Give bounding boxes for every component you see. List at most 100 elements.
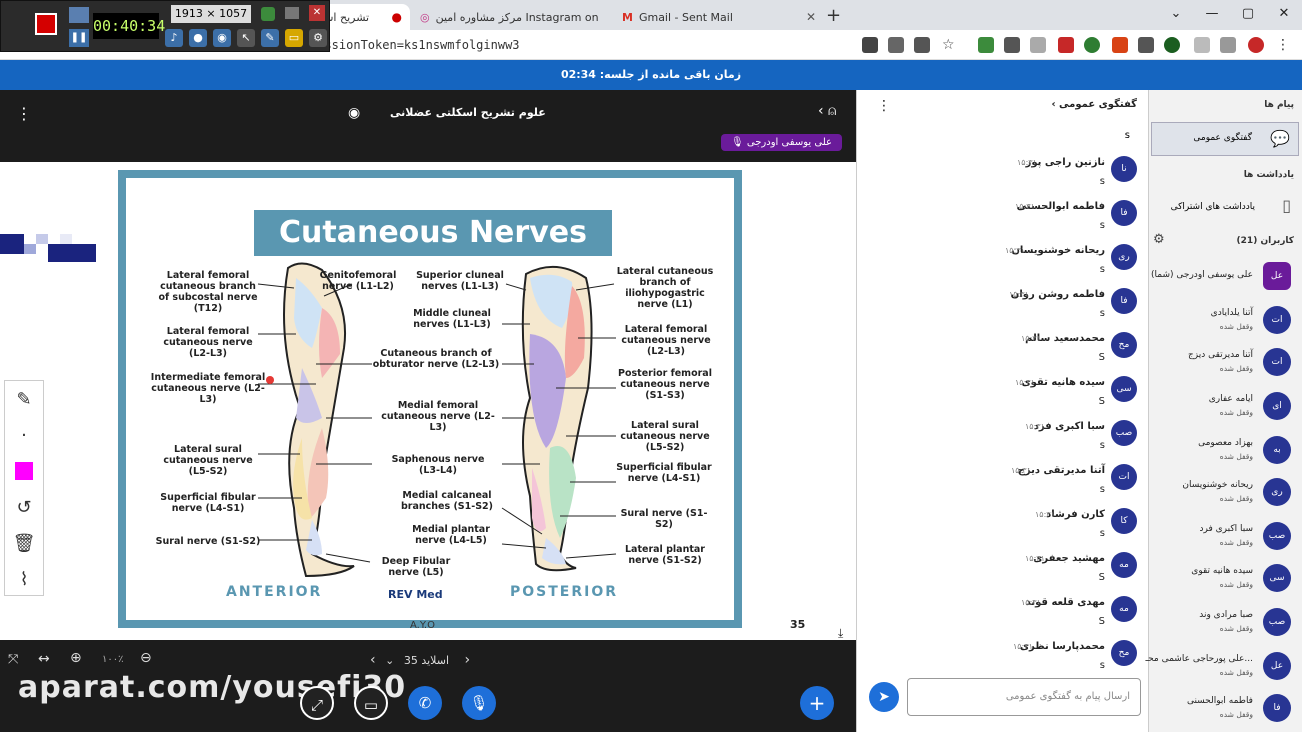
extension-icon[interactable] [1164, 37, 1180, 53]
menu-icon[interactable]: ⋮ [1276, 37, 1292, 53]
puzzle-icon[interactable] [1220, 37, 1236, 53]
extension-icon[interactable] [1112, 37, 1128, 53]
region-icon[interactable] [261, 7, 275, 21]
options-menu-icon[interactable]: ⋮ [16, 104, 32, 123]
stop-record-button[interactable] [35, 13, 57, 35]
chat-header: ⋮ ‹ گفتگوی عمومی [857, 90, 1149, 120]
chevron-down-icon[interactable]: ⌄ [385, 654, 394, 667]
minimize-presentation-icon[interactable]: − [6, 164, 18, 180]
user-item[interactable]: ری ریحانه خوشنویسان وقفل شده [1149, 472, 1302, 514]
phone-button[interactable]: ✆ [408, 686, 442, 720]
message-text: S [1098, 396, 1105, 407]
prev-slide-button[interactable]: ‹ [370, 652, 376, 668]
user-item[interactable]: صب صبا مرادی وند وقفل شده [1149, 602, 1302, 644]
gear-icon[interactable]: ⚙ [1153, 232, 1165, 247]
chat-title-text: گفتگوی عمومی [1059, 99, 1137, 110]
extension-icon[interactable] [1058, 37, 1074, 53]
close-icon[interactable]: ✕ [309, 5, 325, 21]
minimize-button[interactable]: — [1194, 0, 1230, 30]
webcam-icon[interactable]: ◉ [213, 29, 231, 47]
maximize-button[interactable]: ▢ [1230, 0, 1266, 30]
new-tab-button[interactable]: + [826, 5, 841, 26]
cursor-icon[interactable]: ↖ [237, 29, 255, 47]
fit-screen-icon[interactable]: ⤧ [8, 652, 18, 667]
user-status: وقفل شده [1219, 580, 1253, 589]
label-lat-fem-cut: Lateral femoral cutaneous nerve (L2-L3) [163, 326, 253, 359]
message-text: s [1099, 528, 1105, 539]
extension-icon[interactable] [1138, 37, 1154, 53]
user-icon[interactable]: ‹ ⍝ [818, 103, 836, 119]
camera-button[interactable]: ▭ [354, 686, 388, 720]
pen-icon[interactable]: ✎ [261, 29, 279, 47]
cast-icon[interactable] [888, 37, 904, 53]
apps-icon[interactable] [914, 37, 930, 53]
speaker-icon[interactable]: ♪ [165, 29, 183, 47]
message-time: ۱۵:۳۱ [1017, 158, 1037, 167]
tab-gmail[interactable]: M Gmail - Sent Mail ✕ [614, 4, 824, 30]
extension-icon[interactable] [978, 37, 994, 53]
record-status-icon[interactable]: ◉ [348, 105, 360, 121]
avatar: ات [1111, 464, 1137, 490]
user-name: سبا اکبری فرد [1199, 524, 1253, 534]
chat-options-icon[interactable]: ⋮ [877, 98, 891, 114]
zoom-in-icon[interactable]: ⊕ [70, 650, 82, 666]
user-item[interactable]: عل علی پورحاجی عاشمی محـ... وقفل شده [1145, 646, 1302, 688]
shared-notes-label: یادداشت های اشتراکی [1170, 202, 1255, 212]
slide-area: − Cutaneous Nerves Lateral femoral cutan… [0, 162, 856, 640]
user-item[interactable]: عل علی یوسفی اودرجی (شما) [1149, 256, 1302, 298]
public-chat-item[interactable]: گفتگوی عمومی 💬 [1151, 122, 1299, 156]
undo-icon[interactable]: ↺ [5, 489, 43, 525]
slide-selector[interactable]: اسلاید 35 [404, 654, 449, 667]
download-icon[interactable]: ⤓ [838, 626, 843, 641]
zoom-level: ۱۰۰٪ [102, 654, 124, 665]
fit-width-icon[interactable]: ↔ [38, 651, 50, 667]
grammarly-icon[interactable] [1084, 37, 1100, 53]
chat-title[interactable]: ‹ گفتگوی عمومی [1051, 99, 1137, 110]
user-name: سیده هانیه تقوی [1191, 566, 1253, 576]
folder-icon[interactable]: ▭ [285, 29, 303, 47]
url-field[interactable]: sessionToken=ks1nswmfolginww3 [310, 38, 520, 52]
color-tool-button[interactable] [5, 453, 43, 489]
gear-icon[interactable]: ⚙ [309, 29, 327, 47]
user-item[interactable]: ات آتنا یلدایادی وقفل شده [1149, 300, 1302, 342]
user-item[interactable]: ات آتنا مدیرتقی دیزج وقفل شده [1149, 342, 1302, 384]
pencil-tool-icon[interactable]: ✎ [5, 381, 43, 417]
user-item[interactable]: ای ایامه عفاری وقفل شده [1149, 386, 1302, 428]
camera-icon[interactable] [862, 37, 878, 53]
label-genitofemoral: Genitofemoral nerve (L1-L2) [319, 270, 397, 292]
microphone-icon[interactable]: ● [189, 29, 207, 47]
close-window-button[interactable]: ✕ [1266, 0, 1302, 30]
chat-input[interactable]: ارسال پیام به گفتگوی عمومی [907, 678, 1141, 716]
label-iliohypogastric: Lateral cutaneous branch of iliohypogast… [616, 266, 714, 310]
shared-notes-item[interactable]: یادداشت های اشتراکی ▯ [1149, 192, 1302, 222]
user-item[interactable]: سی سیده هانیه تقوی وقفل شده [1149, 558, 1302, 600]
zoom-out-icon[interactable]: ⊖ [140, 650, 152, 666]
share-screen-button[interactable]: ⤢ [300, 686, 334, 720]
chat-message: نا نازنین راجی پور ۱۵:۳۱ s [857, 152, 1149, 196]
camera-icon[interactable] [69, 7, 89, 23]
user-item[interactable]: فا فاطمه ابوالحسنی وقفل شده [1149, 688, 1302, 730]
pause-icon[interactable]: ❚❚ [69, 29, 89, 47]
trash-icon[interactable]: 🗑 [5, 525, 43, 561]
extension-icon[interactable] [1194, 37, 1210, 53]
avatar: مه [1111, 552, 1137, 578]
star-icon[interactable]: ☆ [942, 37, 958, 53]
user-item[interactable]: صب سبا اکبری فرد وقفل شده [1149, 516, 1302, 558]
close-icon[interactable]: ✕ [806, 10, 816, 24]
shield-icon[interactable] [1004, 37, 1020, 53]
size-tool-icon[interactable]: · [5, 417, 43, 453]
public-chat-label: گفتگوی عمومی [1193, 133, 1252, 143]
user-item[interactable]: به بهزاد معصومی وقفل شده [1149, 430, 1302, 472]
send-button[interactable]: ➤ [869, 682, 899, 712]
chart-icon[interactable]: ⌇ [5, 561, 43, 597]
message-text: s [1099, 660, 1105, 671]
tab-instagram[interactable]: ◎ مرکز مشاوره امین Instagram on [412, 4, 608, 30]
minimize-icon[interactable] [285, 7, 299, 19]
microphone-button[interactable]: 🎙 [462, 686, 496, 720]
next-slide-button[interactable]: › [465, 652, 471, 668]
extension-icon[interactable] [1030, 37, 1046, 53]
message-text: S [1098, 572, 1105, 583]
tab-search-icon[interactable]: ⌄ [1158, 0, 1194, 30]
avatar[interactable] [1248, 37, 1264, 53]
add-button[interactable]: + [800, 686, 834, 720]
